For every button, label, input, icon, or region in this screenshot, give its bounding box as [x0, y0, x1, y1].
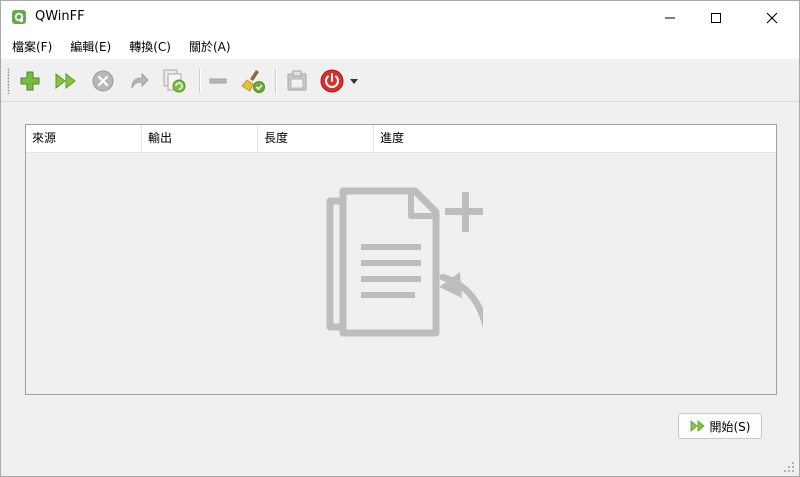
- maximize-icon: [711, 13, 721, 23]
- refresh-button[interactable]: [160, 67, 188, 95]
- refresh-icon: [163, 69, 186, 93]
- clear-list-button[interactable]: [239, 67, 267, 95]
- resize-grip-icon[interactable]: [781, 459, 795, 473]
- menu-convert[interactable]: 轉換(C): [121, 35, 179, 59]
- close-icon: [766, 12, 778, 24]
- stop-icon: [92, 70, 114, 92]
- menu-about[interactable]: 關於(A): [181, 35, 239, 59]
- redo-icon: [131, 72, 149, 89]
- clear-icon: [241, 70, 265, 93]
- toolbar-separator: [199, 69, 201, 93]
- file-list-table[interactable]: 來源 輸出 長度 進度: [25, 124, 777, 395]
- toolbar: [1, 61, 799, 102]
- start-icon: [55, 72, 76, 90]
- add-file-button[interactable]: [16, 67, 44, 95]
- remove-icon: [209, 78, 227, 84]
- start-button-label: 開始(S): [709, 419, 751, 434]
- start-icon: [690, 420, 705, 432]
- power-icon: [320, 69, 344, 93]
- paste-icon: [287, 70, 307, 91]
- start-convert-button[interactable]: [52, 67, 80, 95]
- power-button[interactable]: [318, 67, 346, 95]
- add-files-placeholder-icon: [323, 187, 493, 352]
- close-button[interactable]: [749, 1, 795, 35]
- stop-button[interactable]: [89, 67, 117, 95]
- app-logo-icon: [11, 9, 27, 25]
- window-title: QWinFF: [35, 9, 85, 24]
- remove-button[interactable]: [204, 67, 232, 95]
- column-header-progress[interactable]: 進度: [374, 125, 775, 152]
- minimize-icon: [665, 17, 675, 19]
- app-window: QWinFF 檔案(F) 編輯(E) 轉換(C) 關於(A) 來源 輸出 長度 …: [0, 0, 800, 477]
- dropdown-arrow-icon: [350, 79, 358, 84]
- maximize-button[interactable]: [693, 1, 739, 35]
- power-dropdown-button[interactable]: [346, 67, 362, 95]
- add-icon: [20, 71, 40, 91]
- menu-bar: 檔案(F) 編輯(E) 轉換(C) 關於(A): [1, 35, 799, 59]
- toolbar-grip[interactable]: [7, 68, 10, 94]
- column-header-length[interactable]: 長度: [258, 125, 374, 152]
- menu-edit[interactable]: 編輯(E): [62, 35, 119, 59]
- toolbar-separator: [275, 69, 277, 93]
- column-header-source[interactable]: 來源: [26, 125, 142, 152]
- start-button[interactable]: 開始(S): [678, 413, 762, 439]
- minimize-button[interactable]: [647, 1, 693, 35]
- title-bar[interactable]: QWinFF: [1, 1, 799, 35]
- table-header: 來源 輸出 長度 進度: [26, 125, 776, 153]
- redo-button[interactable]: [125, 67, 153, 95]
- column-header-output[interactable]: 輸出: [142, 125, 258, 152]
- paste-button[interactable]: [283, 67, 311, 95]
- menu-file[interactable]: 檔案(F): [4, 35, 60, 59]
